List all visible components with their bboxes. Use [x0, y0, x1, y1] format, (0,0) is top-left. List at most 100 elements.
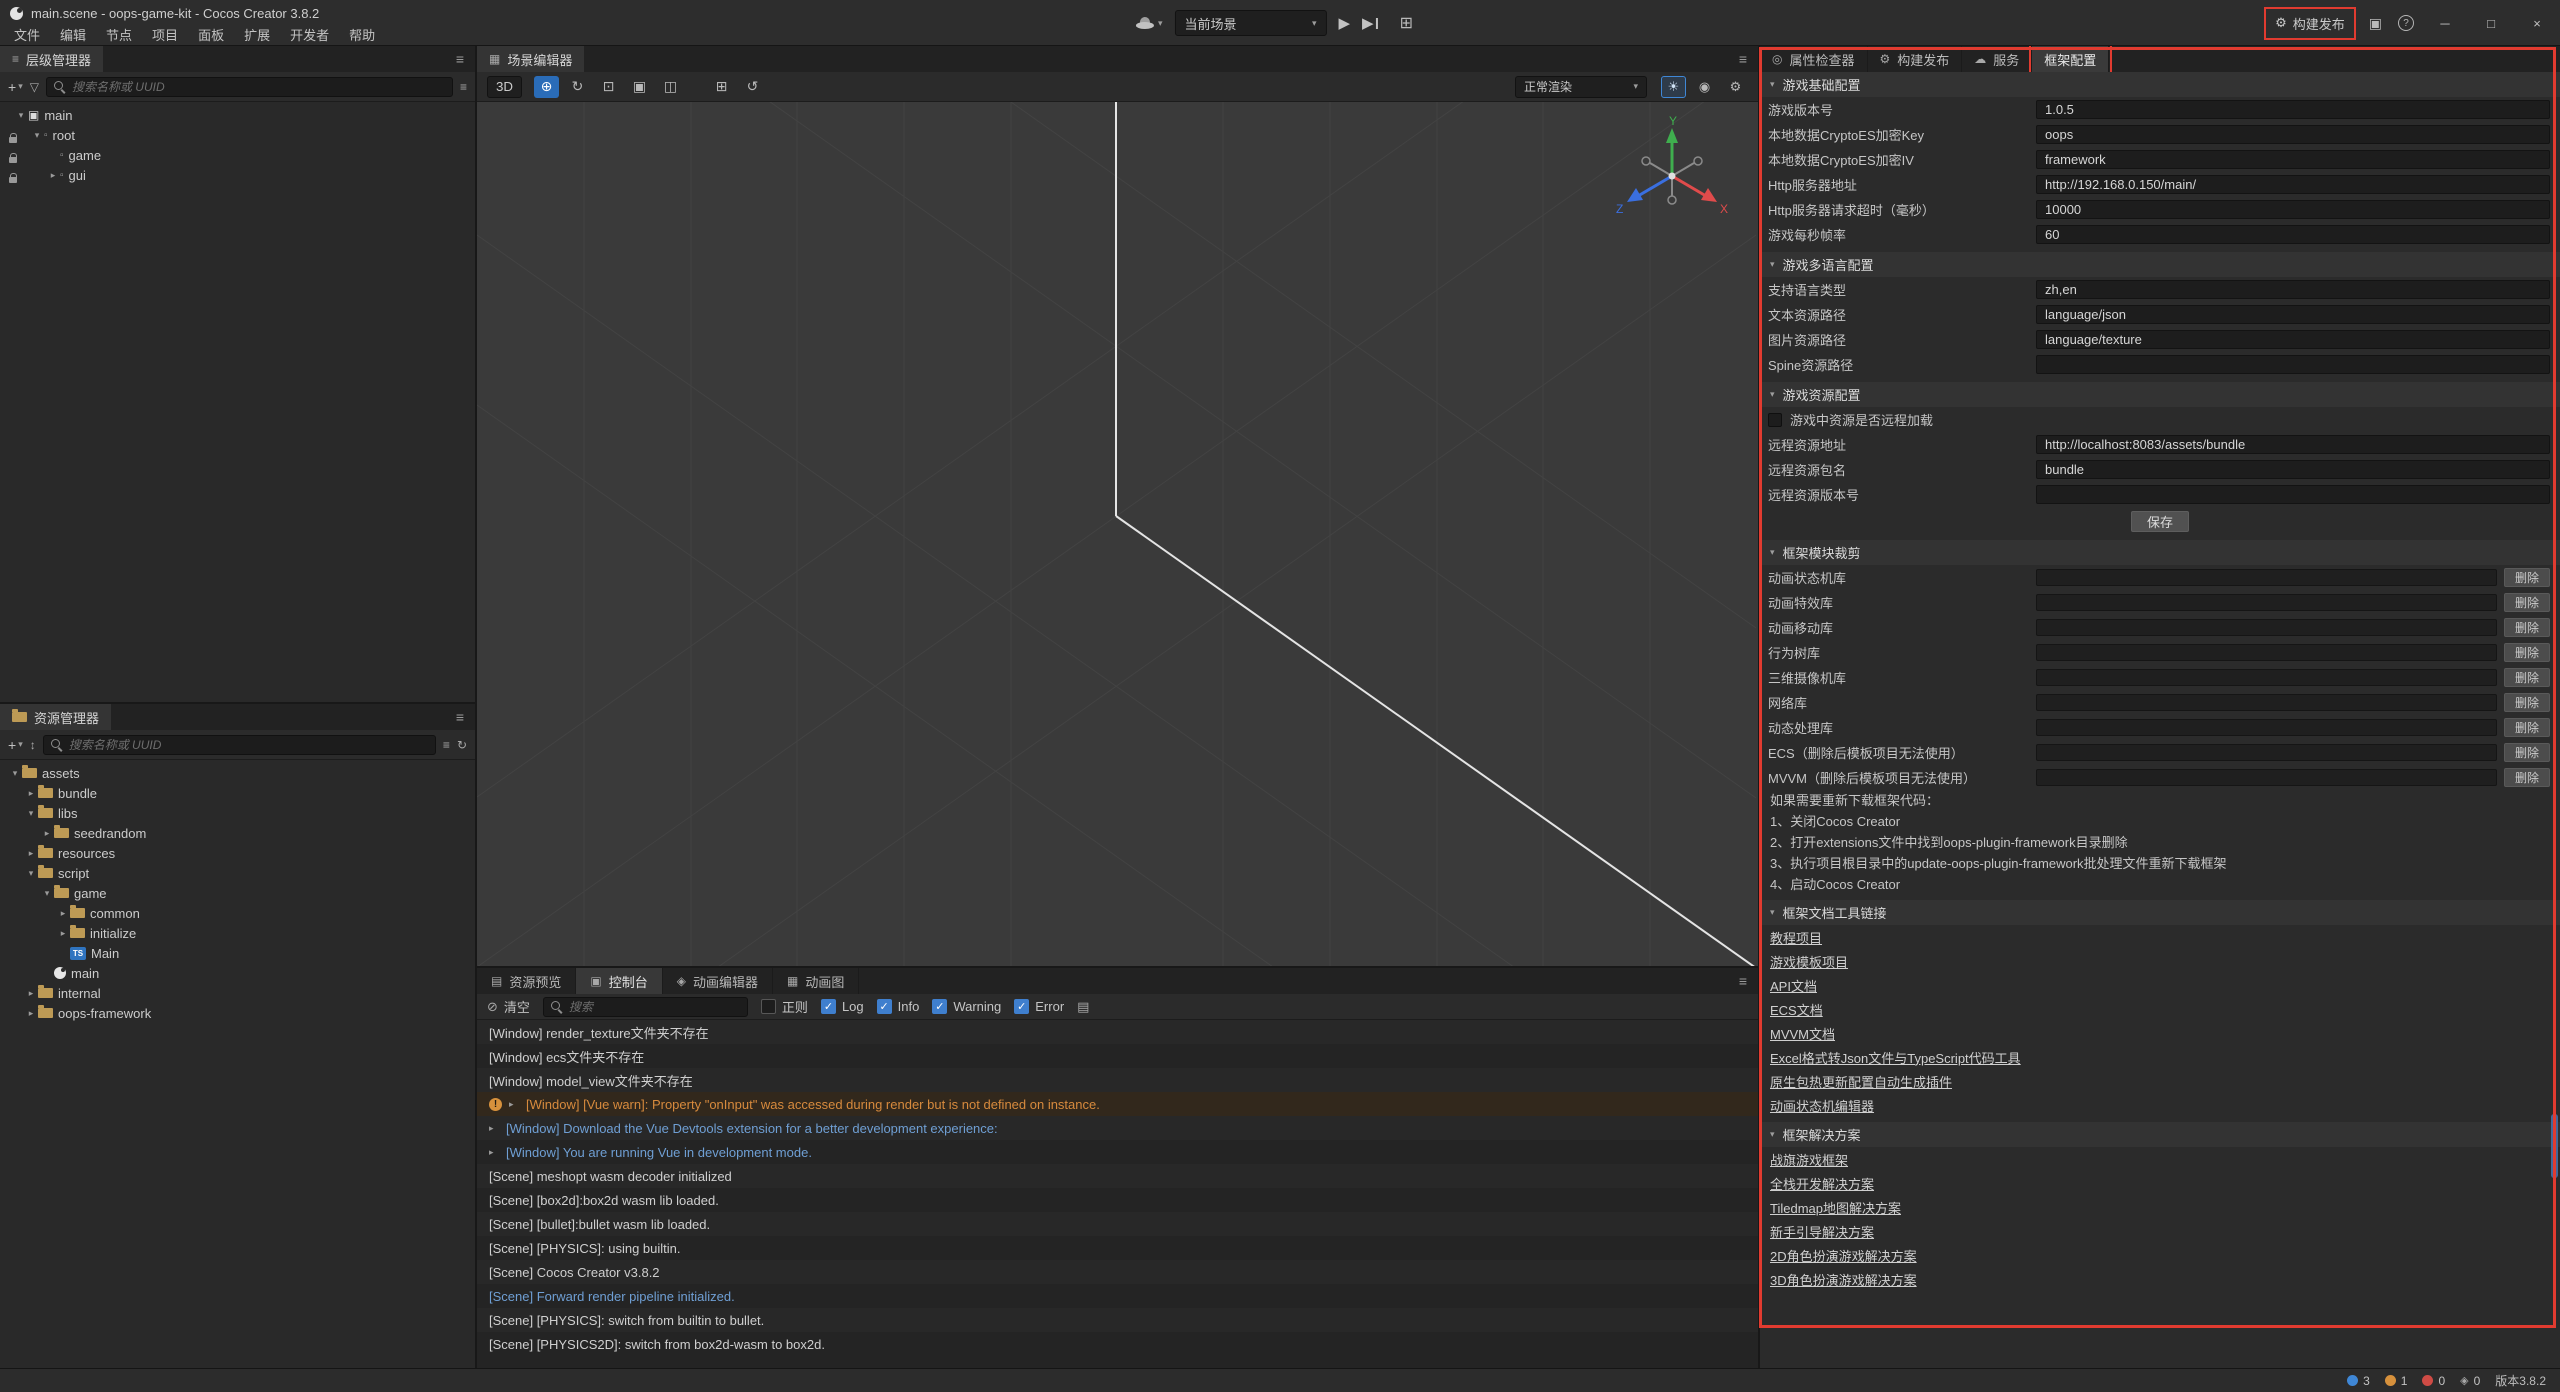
- play-button[interactable]: ▶: [1338, 14, 1350, 32]
- delete-button[interactable]: 删除: [2504, 718, 2550, 737]
- log-row[interactable]: [Scene] [box2d]:box2d wasm lib loaded.: [477, 1188, 1758, 1212]
- error-filter[interactable]: ✓ Error: [1014, 999, 1064, 1014]
- section-solutions[interactable]: ▾ 框架解决方案: [1760, 1122, 2560, 1147]
- asset-node[interactable]: ▸ resources: [0, 843, 475, 863]
- log-row-warning[interactable]: ! ▸ [Window] [Vue warn]: Property "onInp…: [477, 1092, 1758, 1116]
- move-tool-icon[interactable]: ⊕: [534, 76, 559, 98]
- expand-icon[interactable]: ▸: [489, 1147, 499, 1158]
- doc-link[interactable]: Excel格式转Json文件与TypeScript代码工具: [1770, 1048, 2021, 1067]
- text-res-path-input[interactable]: [2036, 305, 2550, 324]
- solution-link[interactable]: 战旗游戏框架: [1770, 1150, 1848, 1169]
- menu-panel[interactable]: 面板: [188, 25, 234, 44]
- error-checkbox[interactable]: ✓: [1014, 999, 1029, 1014]
- solution-link[interactable]: 新手引导解决方案: [1770, 1222, 1874, 1241]
- asset-node[interactable]: ▸ seedrandom: [0, 823, 475, 843]
- spine-res-path-input[interactable]: [2036, 355, 2550, 374]
- console-search-input[interactable]: [569, 1000, 740, 1014]
- expand-icon[interactable]: ▸: [489, 1123, 499, 1134]
- delete-button[interactable]: 删除: [2504, 768, 2550, 787]
- tree-node[interactable]: ▫ game: [0, 145, 475, 165]
- tab-build-publish[interactable]: ⚙ 构建发布: [1868, 46, 1963, 72]
- image-res-path-input[interactable]: [2036, 330, 2550, 349]
- asset-node[interactable]: ▸ common: [0, 903, 475, 923]
- error-count-badge[interactable]: 0: [2422, 1374, 2445, 1388]
- language-types-input[interactable]: [2036, 280, 2550, 299]
- solution-link[interactable]: 2D角色扮演游戏解决方案: [1770, 1246, 1917, 1265]
- current-scene-select[interactable]: 当前场景 ▾: [1174, 10, 1326, 36]
- menu-edit[interactable]: 编辑: [50, 25, 96, 44]
- tab-property-inspector[interactable]: ◎ 属性检查器: [1760, 46, 1868, 72]
- tab-animation-graph[interactable]: ▦ 动画图: [773, 968, 859, 994]
- doc-link[interactable]: ECS文档: [1770, 1000, 1823, 1019]
- expand-icon[interactable]: ▸: [509, 1099, 519, 1110]
- expand-icon[interactable]: ▸: [56, 908, 70, 919]
- build-tasks-icon[interactable]: ▣: [2369, 15, 2382, 32]
- remote-version-input[interactable]: [2036, 485, 2550, 504]
- menu-developer[interactable]: 开发者: [280, 25, 339, 44]
- filter-icon[interactable]: ▽: [30, 80, 39, 94]
- remote-bundle-input[interactable]: [2036, 460, 2550, 479]
- log-row[interactable]: [Scene] [PHYSICS]: using builtin.: [477, 1236, 1758, 1260]
- light-toggle-icon[interactable]: ☀: [1661, 76, 1686, 98]
- scene-settings-icon[interactable]: ⚙: [1723, 76, 1748, 98]
- perf-badge[interactable]: ◈ 0: [2460, 1374, 2480, 1388]
- snap-grid-icon[interactable]: ⊞: [709, 76, 734, 98]
- asset-node[interactable]: ▾ assets: [0, 763, 475, 783]
- build-publish-button[interactable]: ⚙ 构建发布: [2267, 10, 2353, 37]
- doc-link[interactable]: MVVM文档: [1770, 1024, 1835, 1043]
- section-language-config[interactable]: ▾ 游戏多语言配置: [1760, 252, 2560, 277]
- asset-node[interactable]: ▾ script: [0, 863, 475, 883]
- tree-node[interactable]: ▾ ▫ root: [0, 125, 475, 145]
- tab-animation-editor[interactable]: ◈ 动画编辑器: [663, 968, 773, 994]
- menu-project[interactable]: 项目: [142, 25, 188, 44]
- menu-extension[interactable]: 扩展: [234, 25, 280, 44]
- sort-filter-icon[interactable]: ≡: [460, 80, 467, 94]
- expand-icon[interactable]: ▸: [56, 928, 70, 939]
- panel-menu-icon[interactable]: ≡: [445, 51, 475, 67]
- menu-node[interactable]: 节点: [96, 25, 142, 44]
- solution-link[interactable]: 全栈开发解决方案: [1770, 1174, 1874, 1193]
- log-row-info[interactable]: ▸ [Window] You are running Vue in develo…: [477, 1140, 1758, 1164]
- regex-filter[interactable]: 正则: [761, 997, 808, 1016]
- lock-icon[interactable]: [9, 151, 17, 166]
- solution-link[interactable]: 3D角色扮演游戏解决方案: [1770, 1270, 1917, 1289]
- collapse-icon[interactable]: ▾: [40, 888, 54, 899]
- delete-button[interactable]: 删除: [2504, 643, 2550, 662]
- log-row[interactable]: [Scene] [bullet]:bullet wasm lib loaded.: [477, 1212, 1758, 1236]
- delete-button[interactable]: 删除: [2504, 743, 2550, 762]
- doc-link[interactable]: 动画状态机编辑器: [1770, 1096, 1874, 1115]
- warning-count-badge[interactable]: 1: [2385, 1374, 2408, 1388]
- delete-button[interactable]: 删除: [2504, 668, 2550, 687]
- hierarchy-search-input[interactable]: [72, 80, 445, 94]
- asset-node[interactable]: ▸ bundle: [0, 783, 475, 803]
- panel-menu-icon[interactable]: ≡: [1728, 51, 1758, 67]
- section-basic-config[interactable]: ▾ 游戏基础配置: [1760, 72, 2560, 97]
- hierarchy-tab[interactable]: ≡ 层级管理器: [0, 46, 103, 72]
- delete-button[interactable]: 删除: [2504, 568, 2550, 587]
- sort-icon[interactable]: ↕: [30, 738, 36, 752]
- asset-node[interactable]: TS Main: [0, 943, 475, 963]
- log-filter[interactable]: ✓ Log: [821, 999, 864, 1014]
- remote-load-checkbox[interactable]: [1768, 413, 1782, 427]
- expand-icon[interactable]: ▸: [24, 988, 38, 999]
- tree-node[interactable]: ▾ ▣ main: [0, 105, 475, 125]
- crypto-key-input[interactable]: [2036, 125, 2550, 144]
- refresh-icon[interactable]: ↻: [457, 738, 467, 752]
- expand-icon[interactable]: ▸: [24, 1008, 38, 1019]
- scrollbar-thumb[interactable]: [2551, 1114, 2558, 1178]
- render-mode-select[interactable]: 正常渲染 ▾: [1515, 76, 1647, 98]
- axis-gizmo[interactable]: Y X Z: [1612, 114, 1732, 234]
- menu-file[interactable]: 文件: [4, 25, 50, 44]
- menu-help[interactable]: 帮助: [339, 25, 385, 44]
- rect-tool-icon[interactable]: ▣: [627, 76, 652, 98]
- collapse-icon[interactable]: ▾: [14, 110, 28, 121]
- game-version-input[interactable]: [2036, 100, 2550, 119]
- info-filter[interactable]: ✓ Info: [877, 999, 920, 1014]
- log-row[interactable]: [Scene] meshopt wasm decoder initialized: [477, 1164, 1758, 1188]
- clear-console-button[interactable]: ⊘ 清空: [487, 997, 530, 1016]
- tab-framework-config[interactable]: 框架配置: [2032, 46, 2109, 72]
- panel-menu-icon[interactable]: ≡: [1728, 973, 1758, 989]
- save-button[interactable]: 保存: [2131, 511, 2189, 532]
- expand-icon[interactable]: ▸: [24, 848, 38, 859]
- doc-link[interactable]: 游戏模板项目: [1770, 952, 1848, 971]
